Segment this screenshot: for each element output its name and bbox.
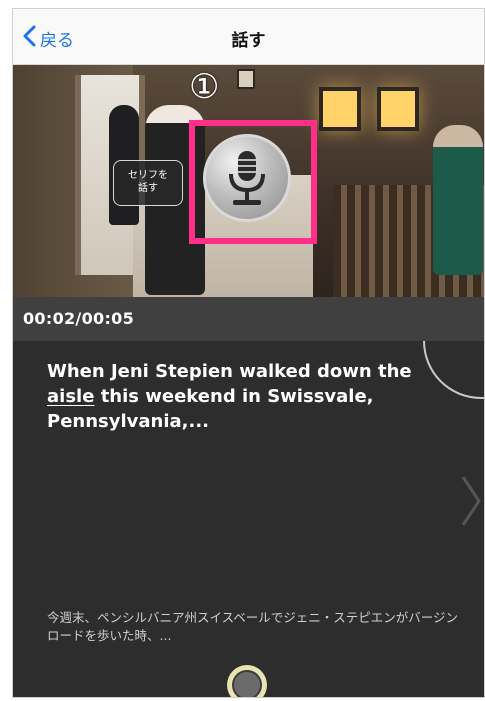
- japanese-translation: 今週末、ペンシルバニア州スイスベールでジェニ・ステピエンがバージンロードを歩いた…: [47, 610, 459, 643]
- video-wall-picture: [237, 69, 255, 89]
- sentence-text: this weekend in Swissvale, Pennsylvania,…: [47, 386, 374, 432]
- speak-line-chip[interactable]: セリフを 話す: [113, 160, 183, 206]
- lesson-content: When Jeni Stepien walked down the aisle …: [13, 341, 484, 697]
- app-screen: 戻る 話す ① セリフを 話す 00:02/00:05 When Jeni St…: [12, 8, 485, 698]
- next-button[interactable]: [459, 471, 483, 531]
- video-window: [377, 87, 419, 131]
- time-display: 00:02/00:05: [13, 297, 484, 341]
- navigation-bar: 戻る 話す: [13, 9, 484, 65]
- page-title: 話す: [231, 31, 266, 51]
- record-button[interactable]: [227, 665, 267, 697]
- mic-button[interactable]: [203, 134, 291, 222]
- video-person: [433, 125, 483, 275]
- video-window: [319, 87, 361, 131]
- microphone-icon: [229, 151, 265, 205]
- corner-arc-decoration: [423, 341, 484, 399]
- video-player[interactable]: ① セリフを 話す: [13, 65, 484, 297]
- sentence-highlight-word[interactable]: aisle: [47, 386, 94, 407]
- record-button-icon: [232, 670, 262, 697]
- english-sentence: When Jeni Stepien walked down the aisle …: [47, 359, 427, 434]
- mic-highlight: [189, 120, 317, 244]
- sentence-text: When Jeni Stepien walked down the: [47, 361, 412, 382]
- step-number: ①: [189, 67, 220, 107]
- chevron-right-icon: [461, 476, 481, 526]
